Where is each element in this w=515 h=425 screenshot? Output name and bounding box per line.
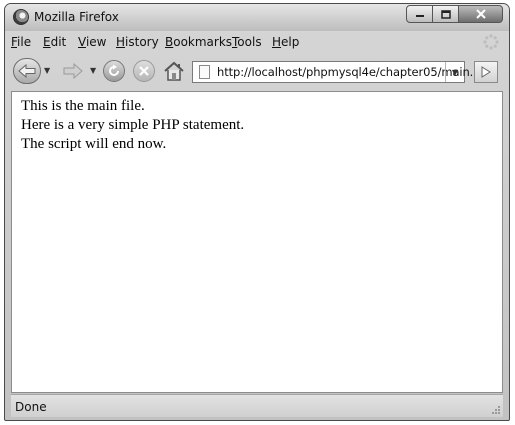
menu-edit[interactable]: Edit — [43, 35, 66, 49]
go-button[interactable] — [474, 61, 498, 83]
window-controls — [406, 5, 503, 23]
stop-button[interactable] — [133, 60, 155, 82]
url-history-dropdown-icon[interactable]: ▼ — [445, 62, 464, 82]
forward-button[interactable] — [60, 60, 86, 82]
minimize-button[interactable] — [406, 5, 433, 23]
browser-window: Mozilla Firefox File Edit View History B… — [4, 3, 510, 421]
status-text: Done — [15, 400, 47, 414]
content-line-2: Here is a very simple PHP statement. — [21, 117, 245, 133]
firefox-logo-icon — [13, 9, 29, 25]
content-line-1: This is the main file. — [21, 98, 145, 114]
maximize-button[interactable] — [433, 5, 459, 23]
reload-button[interactable] — [103, 60, 125, 82]
stop-icon — [139, 66, 149, 76]
back-button[interactable] — [13, 58, 41, 84]
back-history-dropdown-icon[interactable]: ▼ — [44, 66, 50, 75]
window-title: Mozilla Firefox — [34, 10, 119, 24]
minimize-icon — [415, 15, 424, 17]
maximize-icon — [440, 9, 451, 19]
forward-arrow-icon — [63, 63, 83, 79]
home-button[interactable] — [162, 59, 186, 83]
reload-icon — [109, 64, 119, 76]
menu-view[interactable]: View — [78, 35, 106, 49]
menu-tools[interactable]: Tools — [232, 35, 262, 49]
resize-grip-icon[interactable] — [490, 404, 500, 414]
menu-history[interactable]: History — [116, 35, 159, 49]
back-arrow-icon — [18, 64, 36, 78]
close-button[interactable] — [459, 5, 503, 23]
close-icon — [475, 9, 486, 19]
menu-bookmarks[interactable]: Bookmarks — [165, 35, 232, 49]
forward-history-dropdown-icon[interactable]: ▼ — [90, 66, 96, 75]
page-content: This is the main file. Here is a very si… — [11, 91, 503, 393]
address-bar[interactable]: http://localhost/phpmysql4e/chapter05/ma… — [192, 61, 495, 83]
page-favicon-icon — [199, 65, 210, 79]
status-bar: Done — [11, 394, 503, 417]
menu-file[interactable]: File — [11, 35, 31, 49]
title-bar: Mozilla Firefox — [5, 4, 509, 31]
menu-bar: File Edit View History Bookmarks Tools H… — [5, 31, 509, 53]
menu-help[interactable]: Help — [272, 35, 299, 49]
navigation-toolbar: ▼ ▼ http://localhost/phpmysql4e/chapter0… — [5, 53, 509, 89]
go-arrow-icon — [481, 66, 491, 78]
home-icon — [164, 61, 184, 81]
content-line-3: The script will end now. — [21, 136, 167, 152]
activity-throbber-icon — [483, 34, 499, 50]
